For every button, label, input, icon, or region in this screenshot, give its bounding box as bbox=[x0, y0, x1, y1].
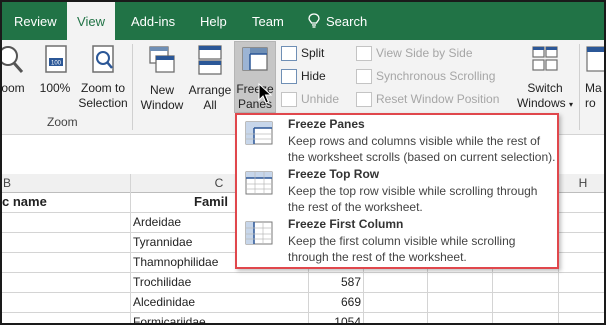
menu-item-description: Keep rows and columns visible while the … bbox=[288, 134, 556, 164]
sync-scroll-icon bbox=[356, 69, 372, 84]
zoom-selection-icon bbox=[92, 45, 114, 73]
cell[interactable]: Formicariidae bbox=[133, 312, 303, 323]
menu-item-description: Keep the top row visible while scrolling… bbox=[288, 184, 538, 214]
tab-help[interactable]: Help bbox=[200, 2, 227, 40]
new-window-icon bbox=[149, 46, 175, 73]
lightbulb-icon bbox=[308, 13, 320, 28]
macros-icon bbox=[586, 46, 604, 72]
side-by-side-icon bbox=[356, 46, 372, 61]
table-row: Formicariidae 1054 bbox=[2, 312, 604, 323]
svg-text:100: 100 bbox=[51, 61, 62, 67]
arrange-all-button[interactable]: Arrange All bbox=[188, 44, 232, 113]
unhide-button[interactable]: Unhide bbox=[281, 90, 339, 108]
hide-button[interactable]: Hide bbox=[281, 67, 326, 85]
zoom-100-icon: 100 bbox=[45, 45, 67, 73]
reset-window-position-button[interactable]: Reset Window Position bbox=[356, 90, 499, 108]
menu-item-freeze-top-row[interactable]: Freeze Top Row Keep the top row visible … bbox=[237, 165, 557, 215]
view-side-by-side-button[interactable]: View Side by Side bbox=[356, 44, 473, 62]
zoom-button[interactable]: oom bbox=[2, 44, 30, 96]
group-divider bbox=[579, 44, 580, 130]
switch-windows-button[interactable]: Switch Windows ▾ bbox=[514, 44, 576, 112]
new-window-button[interactable]: New Window bbox=[136, 44, 188, 113]
menu-item-title: Freeze Top Row bbox=[288, 167, 380, 181]
tab-add-ins[interactable]: Add-ins bbox=[131, 2, 175, 40]
cell[interactable]: 587 bbox=[308, 272, 361, 292]
tab-review[interactable]: Review bbox=[14, 2, 57, 40]
menu-item-title: Freeze Panes bbox=[288, 117, 365, 131]
menu-item-title: Freeze First Column bbox=[288, 217, 404, 231]
macros-button[interactable]: Ma ro bbox=[585, 44, 604, 111]
menu-item-description: Keep the first column visible while scro… bbox=[288, 234, 516, 264]
cell[interactable]: 669 bbox=[308, 292, 361, 312]
cell[interactable]: c name bbox=[2, 192, 128, 212]
zoom-group-label: Zoom bbox=[47, 115, 78, 129]
reset-position-icon bbox=[356, 92, 372, 107]
magnifier-icon bbox=[2, 46, 24, 73]
unhide-window-icon bbox=[281, 92, 297, 107]
hide-window-icon bbox=[281, 69, 297, 84]
freeze-top-row-icon bbox=[245, 171, 273, 195]
column-header-b[interactable]: B bbox=[2, 174, 12, 192]
tab-team[interactable]: Team bbox=[252, 2, 284, 40]
menu-item-freeze-first-column[interactable]: Freeze First Column Keep the first colum… bbox=[237, 215, 557, 265]
excel-window: Review View Add-ins Help Team Search oom… bbox=[0, 0, 606, 325]
tell-me-search[interactable]: Search bbox=[326, 2, 367, 40]
split-button[interactable]: Split bbox=[281, 44, 324, 62]
zoom-100-button[interactable]: 100 100% bbox=[38, 44, 72, 96]
split-icon bbox=[281, 46, 297, 61]
tab-view[interactable]: View bbox=[67, 2, 115, 40]
freeze-first-column-icon bbox=[245, 221, 273, 245]
ribbon-tab-bar: Review View Add-ins Help Team Search bbox=[2, 2, 604, 40]
table-row: Trochilidae 587 bbox=[2, 272, 604, 293]
cell[interactable]: Alcedinidae bbox=[133, 292, 303, 312]
menu-item-freeze-panes[interactable]: Freeze Panes Keep rows and columns visib… bbox=[237, 115, 557, 165]
freeze-panes-menu: Freeze Panes Keep rows and columns visib… bbox=[235, 113, 559, 269]
cell[interactable]: 1054 bbox=[308, 312, 361, 323]
table-row: Alcedinidae 669 bbox=[2, 292, 604, 313]
mouse-cursor-icon bbox=[258, 83, 272, 104]
switch-windows-icon bbox=[532, 46, 558, 71]
synchronous-scrolling-button[interactable]: Synchronous Scrolling bbox=[356, 67, 495, 85]
arrange-all-icon bbox=[198, 45, 222, 75]
group-divider bbox=[132, 44, 133, 130]
cell[interactable]: Trochilidae bbox=[133, 272, 303, 292]
zoom-to-selection-button[interactable]: Zoom to Selection bbox=[76, 44, 130, 111]
column-header-h[interactable]: H bbox=[558, 174, 604, 192]
freeze-panes-icon bbox=[245, 121, 273, 145]
freeze-panes-icon bbox=[242, 47, 268, 71]
dropdown-arrow-icon: ▾ bbox=[569, 100, 574, 109]
